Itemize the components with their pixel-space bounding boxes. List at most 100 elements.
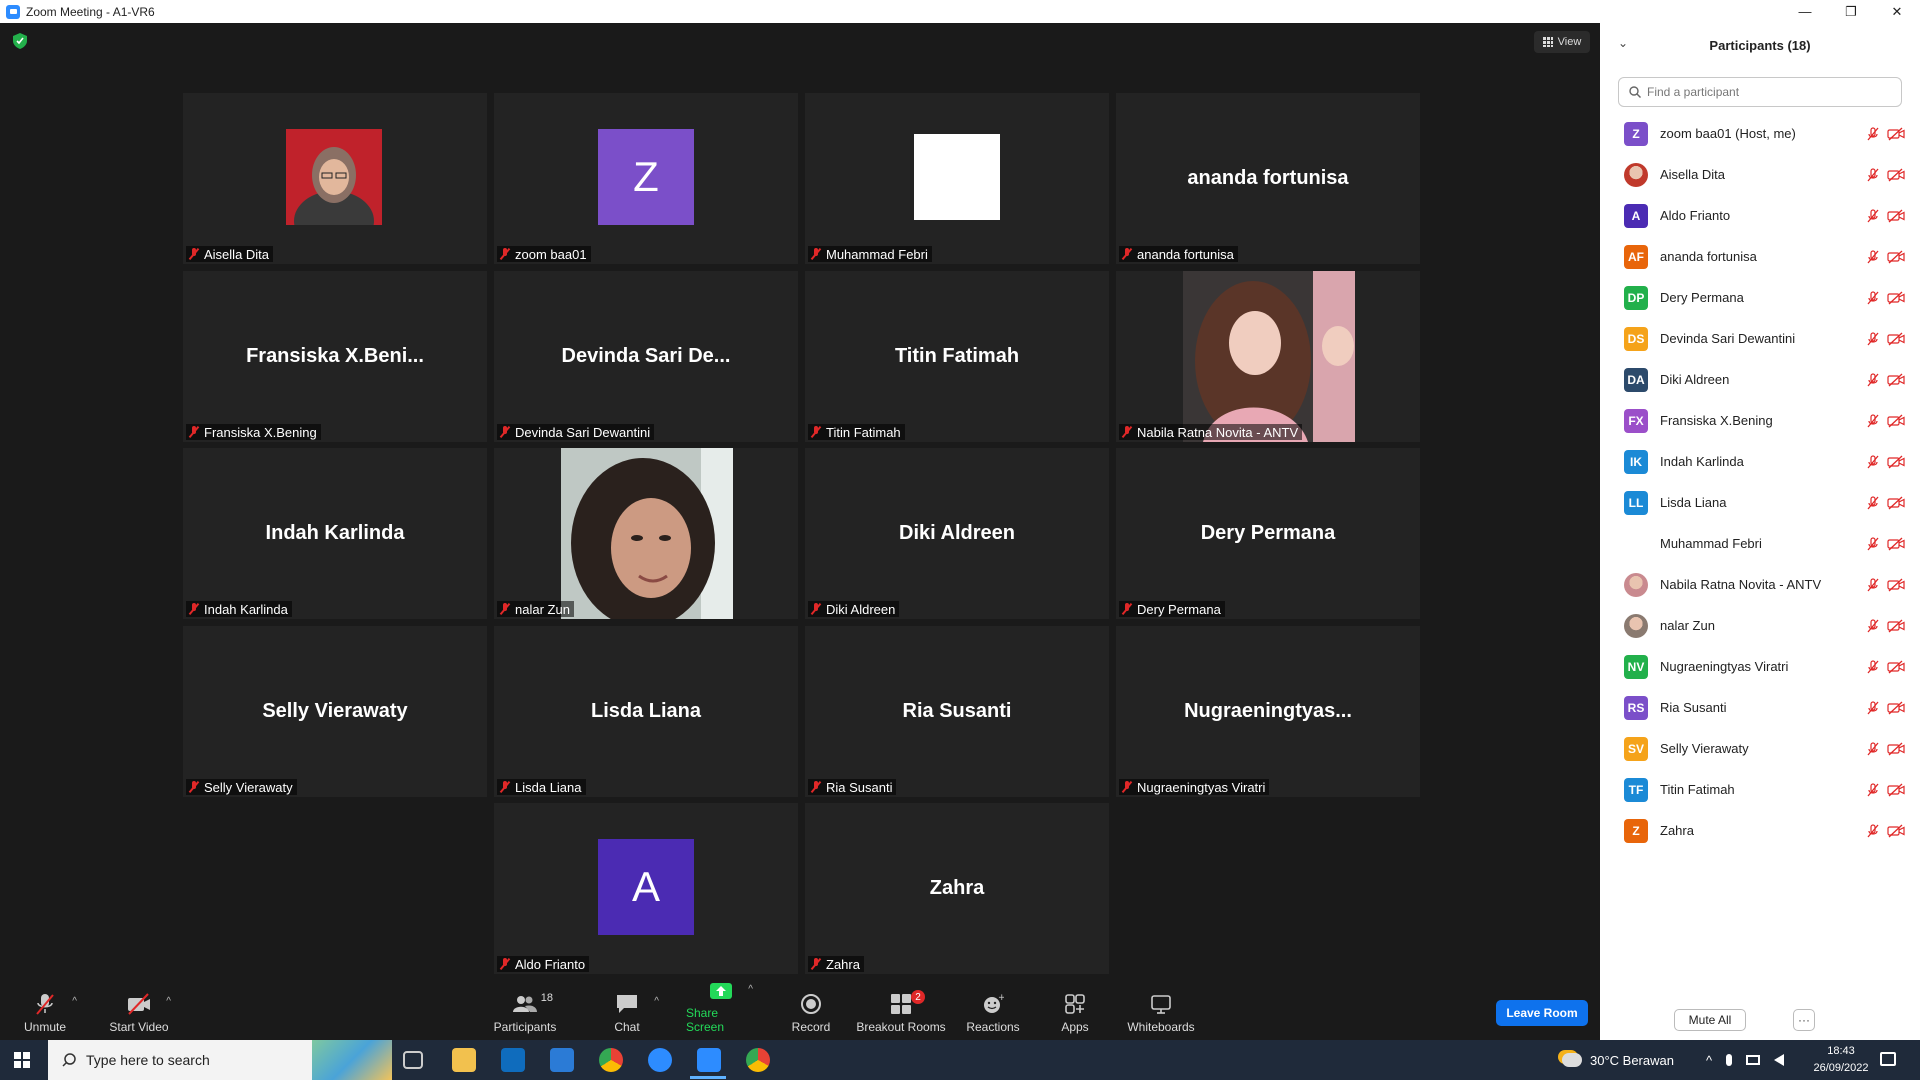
unmute-button[interactable]: ^ Unmute bbox=[18, 980, 77, 1040]
participant-row[interactable]: DP Dery Permana bbox=[1600, 277, 1920, 318]
participant-row[interactable]: Aisella Dita bbox=[1600, 154, 1920, 195]
volume-icon[interactable] bbox=[1774, 1054, 1785, 1066]
apps-button[interactable]: Apps bbox=[1058, 980, 1092, 1040]
teamviewer-icon[interactable] bbox=[648, 1048, 672, 1072]
video-tile[interactable]: Nugraeningtyas... Nugraeningtyas Viratri bbox=[1116, 626, 1420, 797]
video-off-icon[interactable] bbox=[1887, 537, 1905, 551]
reactions-button[interactable]: + Reactions bbox=[966, 980, 1020, 1040]
muted-mic-icon[interactable] bbox=[1866, 741, 1880, 756]
video-off-icon[interactable] bbox=[1887, 783, 1905, 797]
video-off-icon[interactable] bbox=[1887, 332, 1905, 346]
weather-widget[interactable]: 30°C Berawan bbox=[1562, 1040, 1674, 1080]
leave-room-button[interactable]: Leave Room bbox=[1496, 1000, 1588, 1026]
muted-mic-icon[interactable] bbox=[1866, 618, 1880, 633]
participant-search[interactable] bbox=[1618, 77, 1902, 107]
chevron-up-icon[interactable]: ^ bbox=[748, 984, 753, 995]
video-tile[interactable]: Devinda Sari De... Devinda Sari Dewantin… bbox=[494, 271, 798, 442]
video-off-icon[interactable] bbox=[1887, 496, 1905, 510]
muted-mic-icon[interactable] bbox=[1866, 413, 1880, 428]
muted-mic-icon[interactable] bbox=[1866, 290, 1880, 305]
video-off-icon[interactable] bbox=[1887, 578, 1905, 592]
video-off-icon[interactable] bbox=[1887, 660, 1905, 674]
video-off-icon[interactable] bbox=[1887, 455, 1905, 469]
video-off-icon[interactable] bbox=[1887, 250, 1905, 264]
video-off-icon[interactable] bbox=[1887, 373, 1905, 387]
participant-row[interactable]: Z Zahra bbox=[1600, 810, 1920, 851]
chevron-up-icon[interactable]: ^ bbox=[654, 996, 659, 1007]
network-icon[interactable] bbox=[1746, 1055, 1761, 1065]
video-tile[interactable]: Muhammad Febri bbox=[805, 93, 1109, 264]
zoom-app-icon[interactable] bbox=[697, 1048, 721, 1072]
muted-mic-icon[interactable] bbox=[1866, 823, 1880, 838]
search-input[interactable] bbox=[1647, 85, 1887, 99]
mute-all-button[interactable]: Mute All bbox=[1674, 1009, 1746, 1031]
video-tile[interactable]: Nabila Ratna Novita - ANTV bbox=[1116, 271, 1420, 442]
participant-row[interactable]: A Aldo Frianto bbox=[1600, 195, 1920, 236]
start-video-button[interactable]: ^ Start Video bbox=[106, 980, 172, 1040]
task-view-icon[interactable] bbox=[403, 1051, 423, 1069]
video-off-icon[interactable] bbox=[1887, 742, 1905, 756]
minimize-button[interactable]: — bbox=[1782, 0, 1828, 23]
participant-row[interactable]: SV Selly Vierawaty bbox=[1600, 728, 1920, 769]
notifications-icon[interactable] bbox=[1880, 1052, 1896, 1066]
shield-icon[interactable] bbox=[13, 33, 27, 49]
video-tile[interactable]: Selly Vierawaty Selly Vierawaty bbox=[183, 626, 487, 797]
clock[interactable]: 18:43 26/09/2022 bbox=[1806, 1043, 1876, 1077]
mail-icon[interactable] bbox=[550, 1048, 574, 1072]
microphone-tray-icon[interactable] bbox=[1726, 1054, 1733, 1066]
chevron-up-icon[interactable]: ^ bbox=[1706, 1053, 1712, 1068]
video-off-icon[interactable] bbox=[1887, 291, 1905, 305]
video-off-icon[interactable] bbox=[1887, 127, 1905, 141]
video-tile[interactable]: Dery Permana Dery Permana bbox=[1116, 448, 1420, 619]
record-button[interactable]: Record bbox=[790, 980, 832, 1040]
video-tile[interactable]: Ria Susanti Ria Susanti bbox=[805, 626, 1109, 797]
participant-row[interactable]: TF Titin Fatimah bbox=[1600, 769, 1920, 810]
video-tile[interactable]: A Aldo Frianto bbox=[494, 803, 798, 974]
more-options-button[interactable]: ··· bbox=[1793, 1009, 1815, 1031]
video-off-icon[interactable] bbox=[1887, 414, 1905, 428]
chevron-up-icon[interactable]: ^ bbox=[166, 996, 171, 1007]
video-tile[interactable]: Lisda Liana Lisda Liana bbox=[494, 626, 798, 797]
video-tile[interactable]: Indah Karlinda Indah Karlinda bbox=[183, 448, 487, 619]
video-tile[interactable]: nalar Zun bbox=[494, 448, 798, 619]
chrome-icon[interactable] bbox=[599, 1048, 623, 1072]
video-off-icon[interactable] bbox=[1887, 619, 1905, 633]
video-tile[interactable]: Diki Aldreen Diki Aldreen bbox=[805, 448, 1109, 619]
muted-mic-icon[interactable] bbox=[1866, 208, 1880, 223]
muted-mic-icon[interactable] bbox=[1866, 536, 1880, 551]
muted-mic-icon[interactable] bbox=[1866, 700, 1880, 715]
taskbar-search[interactable]: Type here to search bbox=[48, 1040, 392, 1080]
file-explorer-icon[interactable] bbox=[452, 1048, 476, 1072]
chevron-down-icon[interactable]: ⌄ bbox=[1618, 36, 1628, 50]
video-tile[interactable]: Z zoom baa01 bbox=[494, 93, 798, 264]
participant-row[interactable]: DA Diki Aldreen bbox=[1600, 359, 1920, 400]
video-off-icon[interactable] bbox=[1887, 168, 1905, 182]
participant-row[interactable]: Muhammad Febri bbox=[1600, 523, 1920, 564]
participant-row[interactable]: RS Ria Susanti bbox=[1600, 687, 1920, 728]
video-off-icon[interactable] bbox=[1887, 701, 1905, 715]
muted-mic-icon[interactable] bbox=[1866, 454, 1880, 469]
muted-mic-icon[interactable] bbox=[1866, 782, 1880, 797]
muted-mic-icon[interactable] bbox=[1866, 577, 1880, 592]
chrome-profile-icon[interactable] bbox=[746, 1048, 770, 1072]
participant-row[interactable]: LL Lisda Liana bbox=[1600, 482, 1920, 523]
close-button[interactable]: ✕ bbox=[1874, 0, 1920, 23]
participant-row[interactable]: AF ananda fortunisa bbox=[1600, 236, 1920, 277]
participant-row[interactable]: FX Fransiska X.Bening bbox=[1600, 400, 1920, 441]
participant-row[interactable]: IK Indah Karlinda bbox=[1600, 441, 1920, 482]
video-tile[interactable]: Aisella Dita bbox=[183, 93, 487, 264]
whiteboards-button[interactable]: Whiteboards bbox=[1126, 980, 1196, 1040]
muted-mic-icon[interactable] bbox=[1866, 372, 1880, 387]
muted-mic-icon[interactable] bbox=[1866, 659, 1880, 674]
participant-row[interactable]: nalar Zun bbox=[1600, 605, 1920, 646]
participant-row[interactable]: NV Nugraeningtyas Viratri bbox=[1600, 646, 1920, 687]
restore-button[interactable]: ❐ bbox=[1828, 0, 1874, 23]
windows-start-icon[interactable] bbox=[14, 1052, 30, 1068]
chevron-up-icon[interactable]: ^ bbox=[72, 996, 77, 1007]
muted-mic-icon[interactable] bbox=[1866, 167, 1880, 182]
view-button[interactable]: View bbox=[1534, 31, 1590, 53]
muted-mic-icon[interactable] bbox=[1866, 249, 1880, 264]
participants-button[interactable]: 18 Participants bbox=[490, 980, 560, 1040]
video-off-icon[interactable] bbox=[1887, 824, 1905, 838]
muted-mic-icon[interactable] bbox=[1866, 495, 1880, 510]
